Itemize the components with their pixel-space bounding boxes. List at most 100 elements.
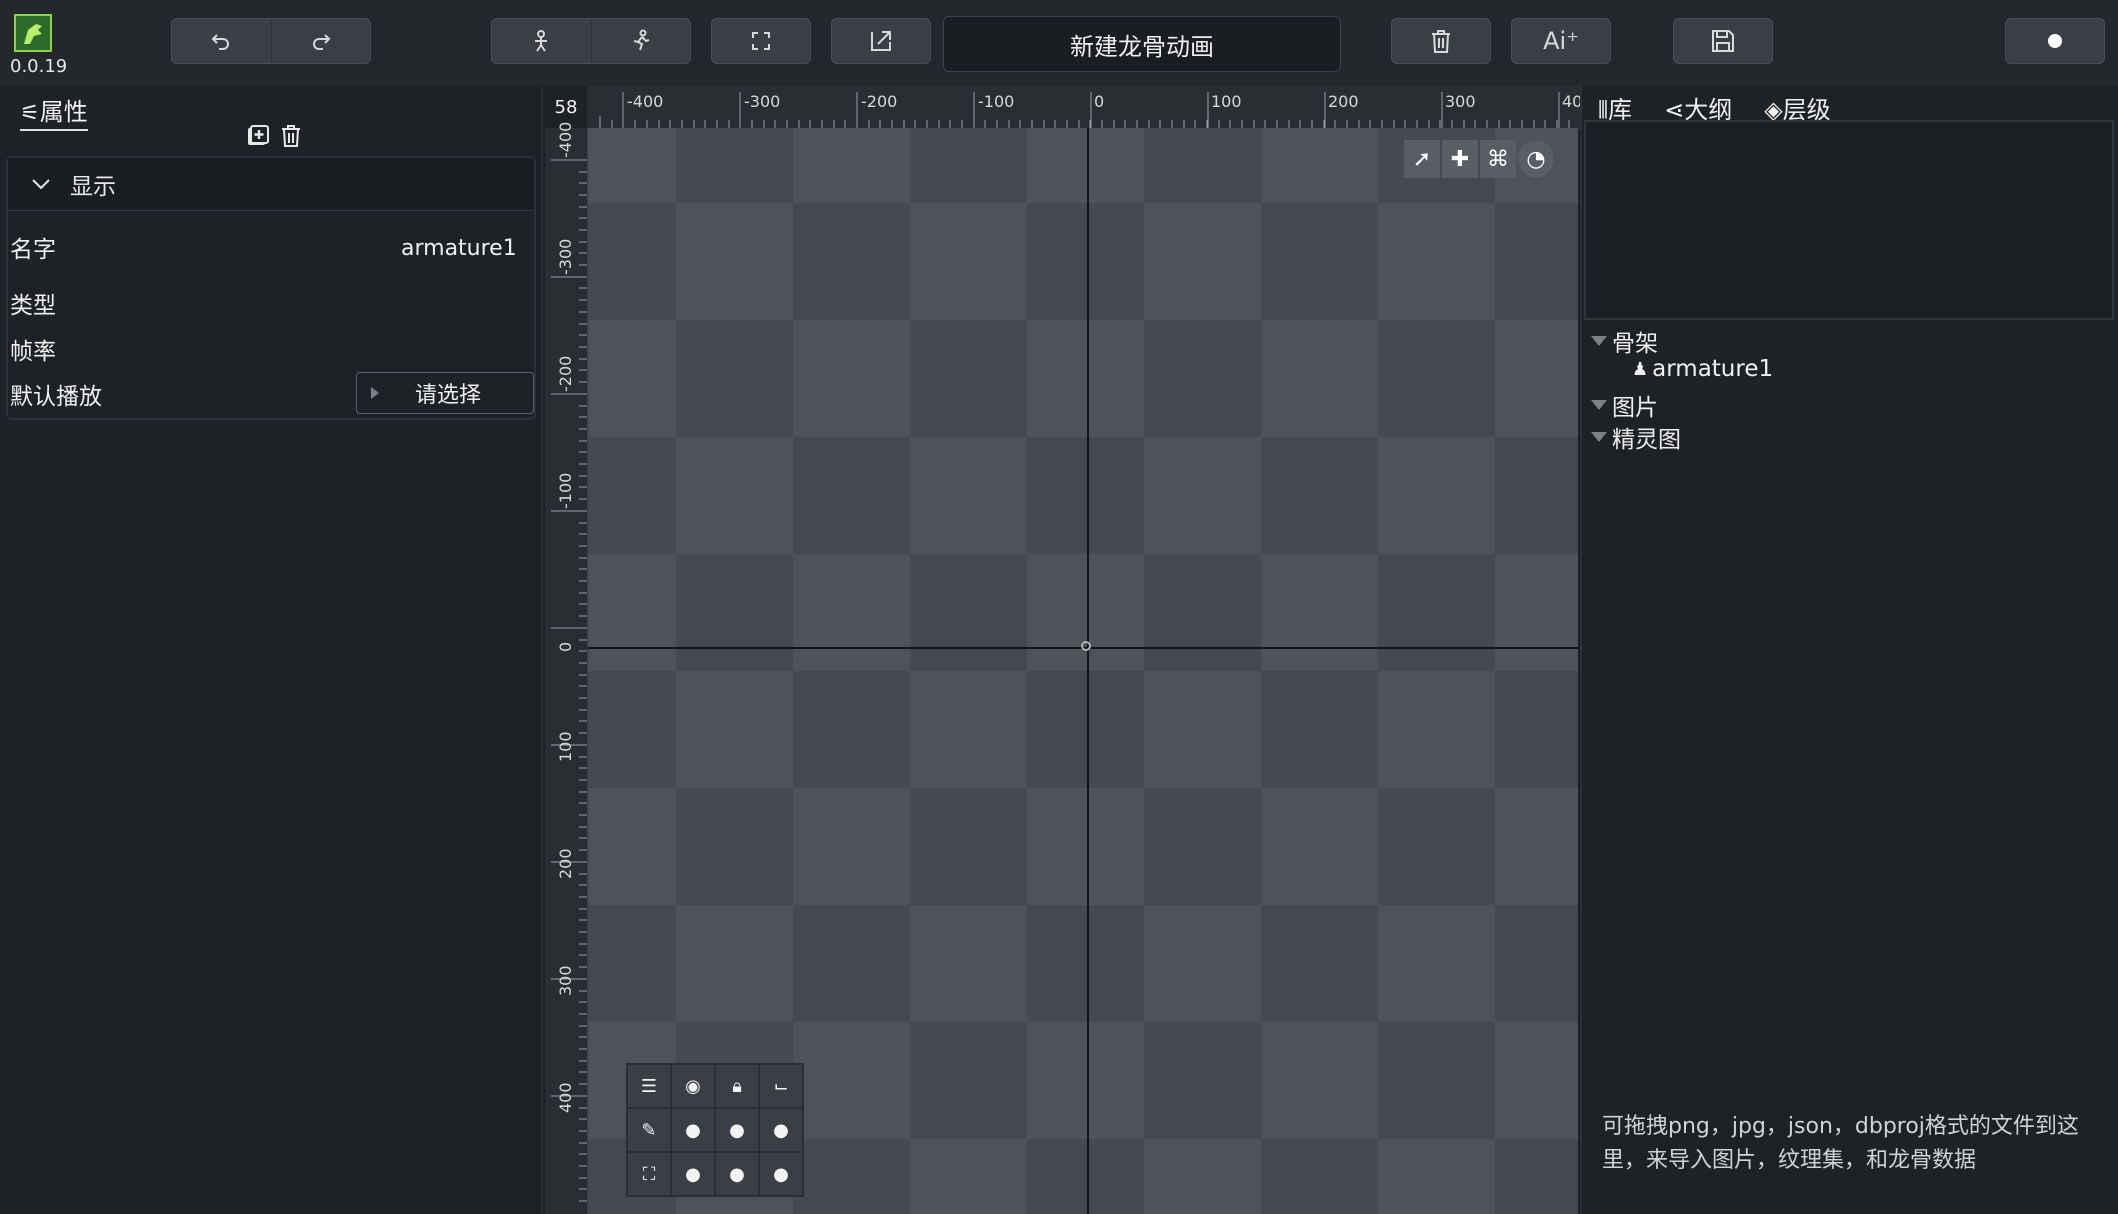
lock-icon: 🔒︎: [732, 1075, 742, 1097]
drop-hint: 可拖拽png，jpg，json，dbproj格式的文件到这里，来导入图片，纹理集…: [1602, 1114, 2079, 1173]
tree-group-images[interactable]: 图片: [1590, 388, 1658, 422]
eye-icon: ◉: [685, 1075, 701, 1097]
tree-group-sprites-label: 精灵图: [1612, 427, 1681, 453]
armature-pose-icon: [535, 30, 548, 52]
armature-icon: ♟: [1632, 358, 1649, 380]
triangle-down-icon: [1591, 432, 1607, 442]
chevron-down-icon: [32, 179, 50, 190]
y-axis-line: [1087, 128, 1089, 1214]
ruler-x-tick: -100: [978, 92, 1015, 111]
trash-icon[interactable]: [280, 124, 302, 148]
tree-group-armature-label: 骨架: [1612, 331, 1658, 357]
tree-group-armature[interactable]: 骨架: [1590, 324, 1658, 358]
property-actions: [246, 124, 302, 148]
display-section-header[interactable]: 显示: [8, 158, 534, 211]
bounds-lock-dot[interactable]: ●: [715, 1152, 759, 1196]
default-play-select[interactable]: 请选择: [356, 372, 534, 414]
ruler-y-tick: 100: [556, 731, 575, 762]
settings-toggle[interactable]: ☰: [627, 1064, 671, 1108]
default-play-select-label: 请选择: [415, 383, 482, 408]
triangle-down-icon: [1591, 336, 1607, 346]
tree-item-armature1-label: armature1: [1652, 356, 1774, 382]
ruler-x-tick: 200: [1328, 92, 1359, 111]
prop-type-label: 类型: [10, 293, 56, 319]
caret-right-icon: [371, 387, 379, 399]
tree-group-sprites[interactable]: 精灵图: [1590, 420, 1681, 454]
project-title[interactable]: 新建龙骨动画: [943, 16, 1341, 72]
ruler-x-tick: 100: [1211, 92, 1242, 111]
weight-tool-button[interactable]: ◔: [1518, 140, 1554, 178]
undo-button[interactable]: [172, 19, 272, 63]
stage-canvas[interactable]: [588, 128, 1578, 1214]
ruler-y-tick: 400: [556, 1082, 575, 1113]
tree-item-armature1[interactable]: ♟ armature1: [1632, 356, 1773, 382]
ruler-vertical: [545, 128, 588, 1214]
ruler-x-tick: -400: [627, 92, 664, 111]
ruler-horizontal: [545, 86, 1580, 129]
canvas-tools: ➚ ✚ ⌘ ◔: [1404, 140, 1554, 178]
triangle-down-icon: [1591, 400, 1607, 410]
redo-icon: [312, 34, 331, 50]
visibility-toggle[interactable]: ◉: [671, 1064, 715, 1108]
delete-button[interactable]: [1391, 18, 1491, 64]
add-bone-tool-button[interactable]: ✚: [1442, 140, 1478, 178]
pie-icon: ◔: [1526, 146, 1546, 172]
prop-default-play-label: 默认播放: [10, 384, 102, 410]
sliders-icon: ⚟: [20, 101, 40, 126]
bone-toggle[interactable]: ✎: [627, 1108, 671, 1152]
undo-icon: [211, 34, 230, 50]
export-icon: [871, 31, 891, 51]
select-tool-button[interactable]: ➚: [1404, 140, 1440, 178]
prop-name-label: 名字: [10, 237, 56, 263]
status-button[interactable]: [2005, 18, 2105, 64]
add-icon[interactable]: [246, 124, 270, 148]
armature-mode-button[interactable]: [492, 19, 592, 63]
sliders-icon: ☰: [640, 1075, 658, 1097]
tab-properties-label: 属性: [39, 98, 88, 126]
ruler-y-tick: 0: [556, 641, 575, 652]
bounds-visibility-dot[interactable]: ●: [671, 1152, 715, 1196]
display-section-title: 显示: [70, 174, 116, 200]
animate-mode-button[interactable]: [592, 19, 691, 63]
prop-framerate-label: 帧率: [10, 339, 56, 365]
checkerboard-background: [588, 128, 1578, 1214]
tree-group-images-label: 图片: [1612, 395, 1658, 421]
trash-icon: [1432, 30, 1450, 53]
status-dot-icon: [2048, 34, 2062, 48]
ai-button[interactable]: Ai⁺: [1511, 18, 1611, 64]
bounding-box-icon: ⛶: [642, 1163, 656, 1185]
app-logo-dragon-icon: [14, 14, 52, 52]
ruler-y-tick: -200: [556, 355, 575, 392]
ruler-y-tick: 200: [556, 848, 575, 879]
history-button-group: [171, 18, 371, 64]
transform-icon: ⌘: [1487, 146, 1509, 172]
hierarchy-icon: ⌙: [773, 1075, 789, 1097]
ruler-y-tick: -300: [556, 238, 575, 275]
export-button[interactable]: [831, 18, 931, 64]
fit-view-button[interactable]: [711, 18, 811, 64]
bone-add-icon: ✚: [1450, 146, 1470, 172]
ruler-y-tick: 300: [556, 965, 575, 996]
run-icon: [633, 29, 650, 51]
redo-button[interactable]: [272, 19, 371, 63]
mode-button-group: [491, 18, 691, 64]
asset-preview: [1584, 120, 2114, 320]
bone-visibility-dot[interactable]: ●: [671, 1108, 715, 1152]
ruler-y-tick: -100: [556, 472, 575, 509]
tab-properties[interactable]: ⚟属性: [20, 92, 88, 131]
bounds-toggle[interactable]: ⛶: [627, 1152, 671, 1196]
hierarchy-toggle[interactable]: ⌙: [759, 1064, 803, 1108]
fullscreen-icon: [752, 32, 770, 50]
origin-marker: [1081, 641, 1091, 651]
ruler-y-tick: -400: [556, 121, 575, 158]
ruler-x-tick: 300: [1445, 92, 1476, 111]
layer-toggle-grid: ☰ ◉ 🔒︎ ⌙ ✎ ● ● ● ⛶ ● ● ●: [626, 1063, 804, 1197]
bone-lock-dot[interactable]: ●: [715, 1108, 759, 1152]
lock-toggle[interactable]: 🔒︎: [715, 1064, 759, 1108]
prop-name-value[interactable]: armature1: [401, 236, 517, 261]
bone-hierarchy-dot[interactable]: ●: [759, 1108, 803, 1152]
transform-tool-button[interactable]: ⌘: [1480, 140, 1516, 178]
ruler-x-tick: 0: [1094, 92, 1105, 111]
save-button[interactable]: [1673, 18, 1773, 64]
bounds-hierarchy-dot[interactable]: ●: [759, 1152, 803, 1196]
